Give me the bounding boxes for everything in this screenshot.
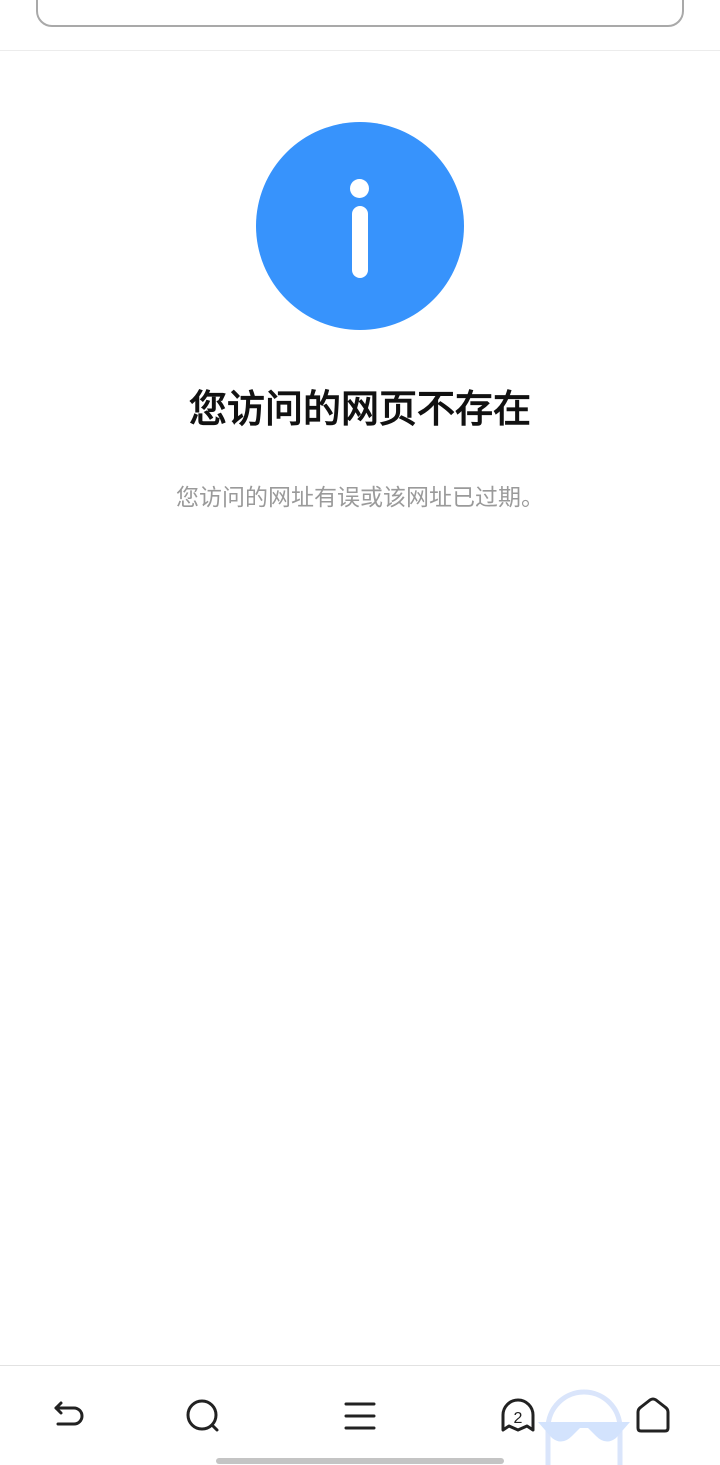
mascot-overlay-icon [538,1389,630,1465]
home-icon [636,1397,670,1433]
search-button[interactable] [173,1386,233,1446]
error-message: 您访问的网址有误或该网址已过期。 [176,485,544,511]
tabs-icon: 2 [501,1398,535,1432]
address-bar[interactable] [36,0,684,27]
info-icon-bar [352,206,368,278]
back-icon [54,1401,84,1426]
error-title: 您访问的网页不存在 [188,387,531,431]
home-indicator [216,1458,504,1464]
search-icon [186,1399,219,1432]
home-button[interactable] [623,1386,683,1446]
menu-icon [344,1402,376,1430]
tab-count: 2 [514,1410,523,1427]
back-button[interactable] [38,1386,98,1446]
address-bar-area [0,0,720,51]
info-icon-dot [350,179,369,198]
menu-button[interactable] [330,1386,390,1446]
browser-page: 您访问的网页不存在 您访问的网址有误或该网址已过期。 2 [0,0,720,1465]
info-icon [256,122,464,330]
